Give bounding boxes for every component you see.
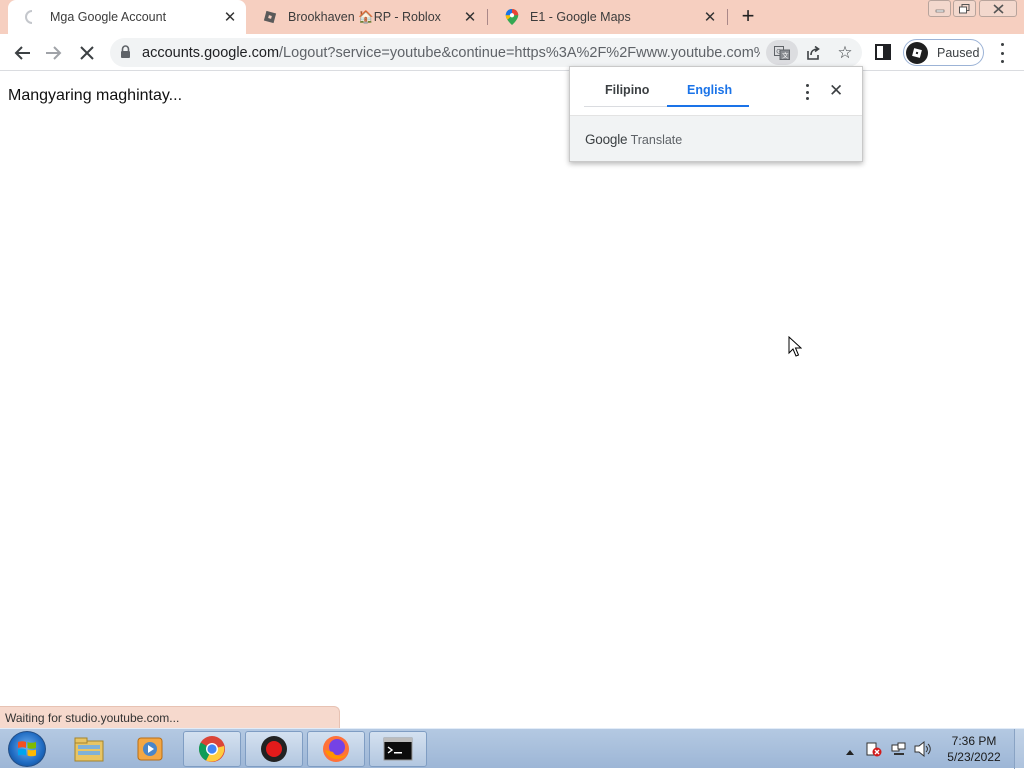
chrome-icon[interactable] bbox=[183, 731, 241, 767]
show-desktop-button[interactable] bbox=[1014, 729, 1024, 769]
new-tab-button[interactable]: + bbox=[736, 5, 760, 29]
close-tab-icon[interactable]: ✕ bbox=[460, 7, 480, 27]
share-icon[interactable] bbox=[802, 42, 824, 64]
close-tab-icon[interactable]: ✕ bbox=[700, 7, 720, 27]
volume-icon[interactable] bbox=[914, 740, 932, 781]
tab-strip: Mga Google Account ✕ Brookhaven 🏠RP - Ro… bbox=[0, 0, 1024, 34]
taskbar-clock[interactable]: 7:36 PM 5/23/2022 bbox=[936, 733, 1012, 765]
google-maps-icon bbox=[504, 9, 520, 25]
tab-target-language[interactable]: English bbox=[687, 83, 732, 97]
url-text[interactable]: accounts.google.com/Logout?service=youtu… bbox=[142, 45, 760, 61]
stop-loading-button[interactable] bbox=[74, 40, 100, 66]
url-path: /Logout?service=youtube&continue=https%3… bbox=[279, 45, 760, 61]
network-icon[interactable] bbox=[891, 741, 907, 781]
tab-title: E1 - Google Maps bbox=[530, 10, 631, 24]
recorder-icon[interactable] bbox=[245, 731, 303, 767]
firefox-icon[interactable] bbox=[307, 731, 365, 767]
close-window-button[interactable] bbox=[979, 0, 1017, 17]
close-icon[interactable]: ✕ bbox=[829, 81, 843, 101]
profile-status: Paused bbox=[937, 45, 980, 60]
mouse-cursor-icon bbox=[788, 335, 803, 363]
back-button[interactable] bbox=[9, 40, 35, 66]
forward-button[interactable] bbox=[41, 40, 67, 66]
tab-google-account[interactable]: Mga Google Account ✕ bbox=[8, 0, 246, 34]
media-player-icon[interactable] bbox=[121, 731, 179, 767]
taskbar: 7:36 PM 5/23/2022 bbox=[0, 728, 1024, 769]
tab-title: Mga Google Account bbox=[50, 10, 167, 24]
google-translate-logo: Google Translate bbox=[585, 132, 683, 147]
profile-button[interactable]: Paused bbox=[903, 39, 984, 66]
windows-explorer-icon[interactable] bbox=[60, 731, 118, 767]
tab-roblox[interactable]: Brookhaven 🏠RP - Roblox ✕ bbox=[246, 0, 486, 34]
tab-source-language[interactable]: Filipino bbox=[605, 83, 649, 97]
browser-window: Mga Google Account ✕ Brookhaven 🏠RP - Ro… bbox=[0, 0, 1024, 728]
tab-title: Brookhaven 🏠RP - Roblox bbox=[288, 9, 441, 24]
browser-toolbar: accounts.google.com/Logout?service=youtu… bbox=[0, 34, 1024, 71]
show-hidden-icons-button[interactable] bbox=[845, 743, 855, 783]
clock-date: 5/23/2022 bbox=[947, 750, 1001, 764]
translate-icon[interactable]: G文 bbox=[766, 40, 798, 65]
clock-time: 7:36 PM bbox=[951, 734, 997, 748]
page-message: Mangyaring maghintay... bbox=[8, 87, 183, 104]
translate-popup: Filipino English ✕ Google Translate bbox=[569, 66, 863, 162]
translate-footer: Google Translate bbox=[570, 115, 862, 161]
minimize-button[interactable] bbox=[928, 0, 951, 17]
restore-button[interactable] bbox=[953, 0, 976, 17]
svg-text:文: 文 bbox=[782, 50, 789, 59]
side-panel-icon[interactable] bbox=[875, 44, 893, 60]
avatar bbox=[906, 41, 928, 64]
bookmark-star-icon[interactable]: ☆ bbox=[834, 42, 856, 64]
start-button[interactable] bbox=[8, 731, 46, 767]
roblox-icon bbox=[262, 9, 278, 25]
loading-spinner-icon bbox=[24, 9, 40, 25]
tab-separator bbox=[727, 9, 728, 25]
lock-icon[interactable] bbox=[120, 45, 131, 64]
status-bubble: Waiting for studio.youtube.com... bbox=[0, 706, 340, 728]
cmd-icon[interactable] bbox=[369, 731, 427, 767]
address-bar[interactable]: accounts.google.com/Logout?service=youtu… bbox=[110, 38, 862, 67]
selected-language-indicator bbox=[667, 105, 749, 107]
close-tab-icon[interactable]: ✕ bbox=[220, 7, 240, 27]
tab-google-maps[interactable]: E1 - Google Maps ✕ bbox=[488, 0, 726, 34]
more-options-icon[interactable] bbox=[803, 84, 811, 100]
svg-text:G: G bbox=[776, 48, 781, 55]
url-host: accounts.google.com bbox=[142, 45, 280, 61]
chrome-menu-icon[interactable] bbox=[994, 43, 1010, 63]
action-center-icon[interactable] bbox=[866, 741, 882, 781]
